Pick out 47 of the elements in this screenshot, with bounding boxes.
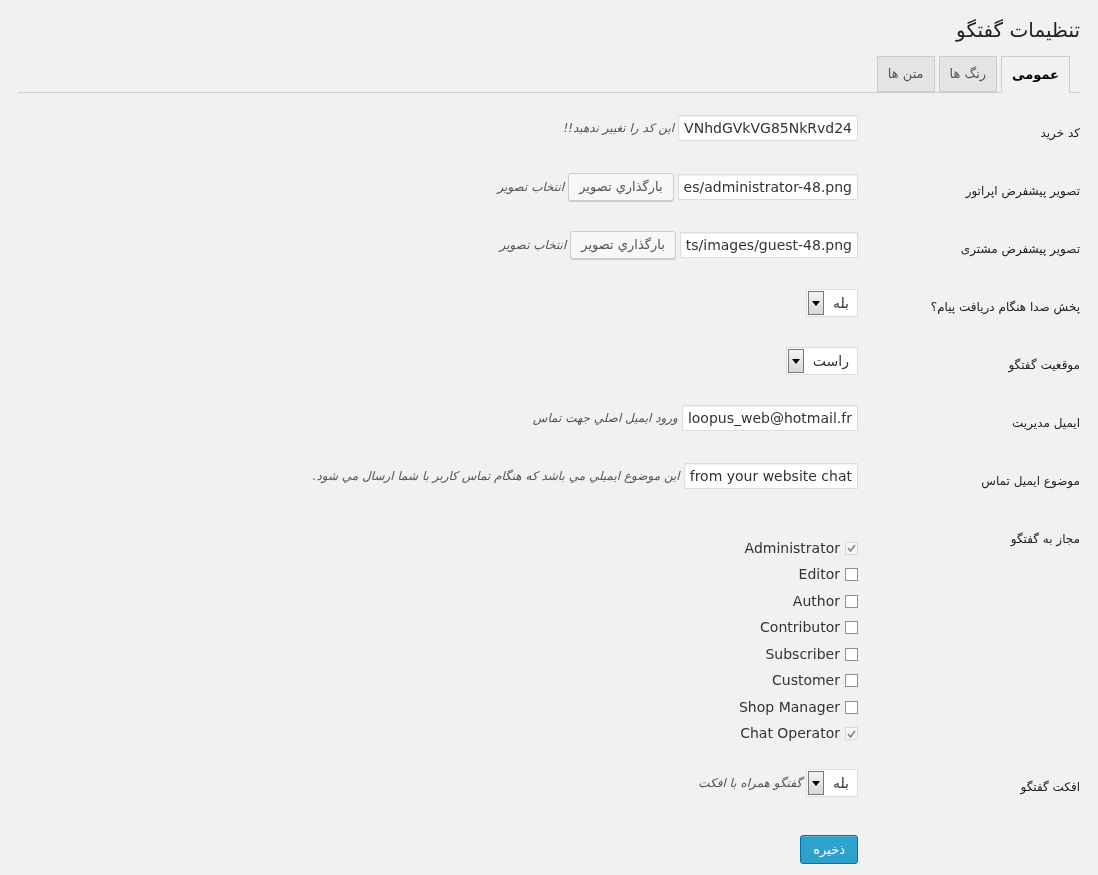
caret-icon xyxy=(811,300,820,306)
field-label: ایمیل مدیریت xyxy=(1012,416,1080,430)
field-description: انتخاب تصویر xyxy=(497,179,565,196)
checkbox[interactable] xyxy=(845,594,858,608)
text-field[interactable]: ts/images/guest-48.png xyxy=(679,232,858,258)
caret-icon xyxy=(791,358,800,364)
checkbox-label: Contributor xyxy=(760,618,840,638)
checkbox-label: Shop Manager xyxy=(738,697,840,717)
field-label: کد خرید xyxy=(1040,126,1080,140)
field-label: مجاز به گفتگو xyxy=(1010,532,1080,546)
checkbox-label: Customer xyxy=(772,671,840,691)
select-dropdown[interactable]: بله xyxy=(805,769,858,797)
field-description: ورود ایمیل اصلي جهت تماس xyxy=(532,410,678,427)
upload-image-button[interactable]: بارگذاري تصویر xyxy=(568,173,674,201)
field-label: تصویر پیشفرض اپراتور xyxy=(965,184,1080,198)
checkbox-label: Author xyxy=(792,591,840,611)
checkbox[interactable] xyxy=(845,647,858,661)
tab[interactable]: عمومی xyxy=(1001,56,1070,93)
checkbox[interactable] xyxy=(845,568,858,582)
checkbox[interactable] xyxy=(845,621,858,635)
tab[interactable]: متن ها xyxy=(876,56,935,92)
checkbox-label: Editor xyxy=(798,565,840,585)
tab[interactable]: رنگ ها xyxy=(938,56,998,92)
text-field[interactable]: es/administrator-48.png xyxy=(677,174,858,200)
checkbox-label: Administrator xyxy=(744,538,840,558)
text-field[interactable]: VNhdGVkVG85NkRvd24 xyxy=(678,115,858,141)
field-label: تصویر پیشفرض مشتری xyxy=(960,242,1080,256)
caret-icon xyxy=(811,780,820,786)
checkbox-label: Chat Operator xyxy=(740,724,840,744)
checkbox-label: Subscriber xyxy=(765,644,840,664)
upload-image-button[interactable]: بارگذاري تصویر xyxy=(570,231,676,259)
field-label: موضوع ایمیل تماس xyxy=(981,474,1080,488)
checkbox[interactable] xyxy=(845,700,858,714)
text-field[interactable]: from your website chat xyxy=(683,463,858,489)
check-icon xyxy=(847,544,856,553)
field-description: انتخاب تصویر xyxy=(499,237,567,254)
field-label: موقعیت گفتگو xyxy=(1008,358,1080,372)
select-dropdown[interactable]: راست xyxy=(785,347,858,375)
page-title: تنظیمات گفتگو xyxy=(954,17,1080,44)
field-description: این موضوع ایمیلي مي باشد که هنگام تماس کاربر با شما ارسال مي شود. xyxy=(312,468,680,485)
field-label: پخش صدا هنگام دریافت پیام؟ xyxy=(930,300,1080,314)
field-description: این کد را تغییر ندهید!! xyxy=(563,120,675,137)
checkbox[interactable] xyxy=(845,674,858,688)
text-field[interactable]: loopus_web@hotmail.fr xyxy=(681,405,858,431)
check-icon xyxy=(847,729,856,738)
field-label: افکت گفتگو xyxy=(1020,780,1080,794)
select-dropdown[interactable]: بله xyxy=(805,289,858,317)
